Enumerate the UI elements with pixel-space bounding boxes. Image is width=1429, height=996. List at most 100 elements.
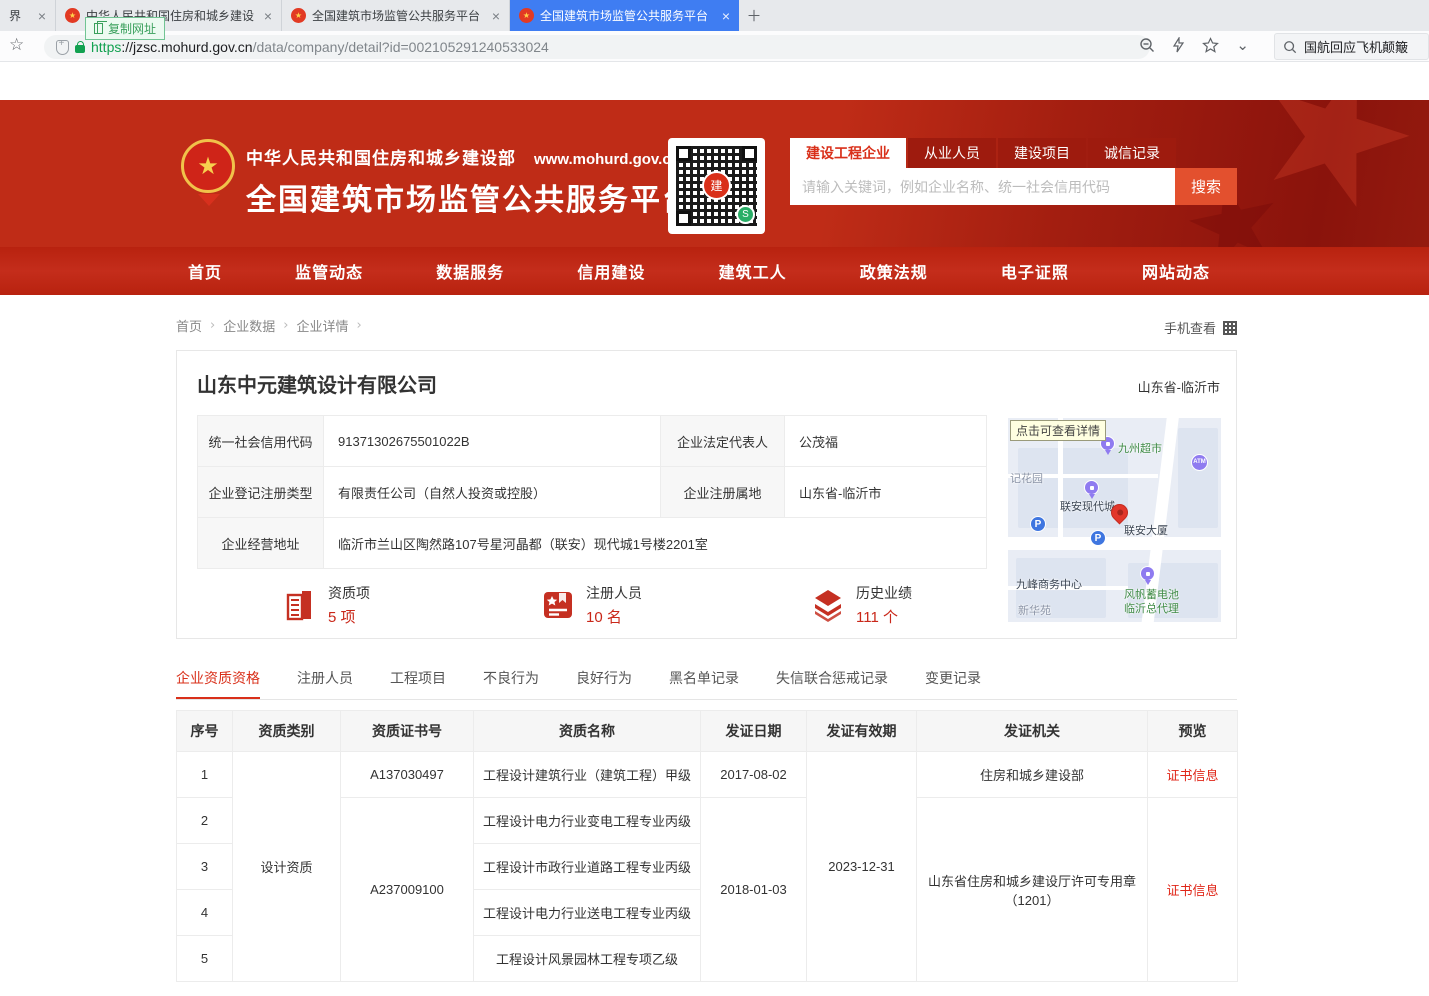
quick-search-box[interactable]: 国航回应飞机颠簸: [1274, 33, 1429, 60]
tab-change-records[interactable]: 变更记录: [925, 662, 981, 699]
legal-rep-value: 公茂福: [785, 416, 987, 467]
site-favicon-icon: ★: [291, 8, 306, 23]
certificate-info-link[interactable]: 证书信息: [1166, 768, 1218, 783]
map-pin-icon: [1084, 480, 1099, 495]
qr-code-icon[interactable]: [1223, 321, 1237, 335]
qualification-table: 序号 资质类别 资质证书号 资质名称 发证日期 发证有效期 发证机关 预览 1 …: [176, 710, 1238, 982]
qr-pattern-icon: 建 S: [676, 146, 757, 226]
emblem-star: ★: [197, 152, 219, 181]
national-emblem-icon: ★: [181, 139, 235, 193]
nav-item-site-news[interactable]: 网站动态: [1142, 259, 1210, 283]
nav-item-policy[interactable]: 政策法规: [860, 259, 928, 283]
row-no: 4: [177, 890, 233, 936]
table-header-row: 序号 资质类别 资质证书号 资质名称 发证日期 发证有效期 发证机关 预览: [177, 711, 1238, 752]
url-scheme: https: [91, 39, 121, 55]
site-title: 全国建筑市场监管公共服务平台: [246, 175, 694, 219]
keyword-search-input[interactable]: [790, 168, 1175, 205]
mobile-view[interactable]: 手机查看: [1164, 318, 1237, 337]
certificate-info-link[interactable]: 证书信息: [1166, 883, 1218, 898]
tab-qualifications[interactable]: 企业资质资格: [176, 662, 260, 699]
col-cert-no: 资质证书号: [341, 711, 474, 752]
address-value: 临沂市兰山区陶然路107号星河晶都（联安）现代城1号楼2201室: [324, 518, 987, 569]
search-tab-credit[interactable]: 诚信记录: [1088, 138, 1176, 168]
map-label-jiufeng: 九峰商务中心: [1016, 576, 1082, 592]
tab-projects[interactable]: 工程项目: [390, 662, 446, 699]
close-icon[interactable]: ×: [264, 9, 272, 23]
search-tab-enterprise[interactable]: 建设工程企业: [790, 138, 906, 168]
breadcrumb-company-detail[interactable]: 企业详情: [296, 316, 348, 335]
row-no: 5: [177, 936, 233, 982]
stat-label: 历史业绩: [856, 583, 912, 603]
tab-title: 界: [9, 7, 32, 24]
browser-tab-active[interactable]: ★ 全国建筑市场监管公共服务平台 ×: [510, 0, 739, 31]
cert-no: A237009100: [341, 798, 474, 982]
browser-tab-0[interactable]: 界 ×: [0, 0, 56, 31]
address-bar[interactable]: https://jzsc.mohurd.gov.cn/data/company/…: [44, 35, 1150, 59]
stat-registered-personnel[interactable]: 注册人员 10 名: [540, 583, 642, 627]
location-map[interactable]: 点击可查看详情 九州超市 ATM 记花园 联安现代城 联安大厦 P P 九峰商务…: [1008, 418, 1221, 622]
close-icon[interactable]: ×: [38, 9, 46, 23]
stat-value: 111 个: [856, 606, 912, 627]
breadcrumb-separator-icon: ›: [283, 318, 288, 333]
issue-date: 2018-01-03: [701, 798, 807, 982]
nav-item-supervision[interactable]: 监管动态: [295, 259, 363, 283]
shield-icon[interactable]: [56, 40, 69, 55]
stat-history-performance[interactable]: 历史业绩 111 个: [810, 583, 912, 627]
company-region: 山东省-临沂市: [1138, 377, 1220, 396]
zoom-out-icon[interactable]: [1139, 37, 1155, 53]
close-icon[interactable]: ×: [492, 9, 500, 23]
tab-dishonesty[interactable]: 失信联合惩戒记录: [776, 662, 888, 699]
col-validity: 发证有效期: [807, 711, 917, 752]
tab-registered-personnel[interactable]: 注册人员: [297, 662, 353, 699]
header-search-row: 搜索: [790, 168, 1237, 205]
authority: 住房和城乡建设部: [917, 752, 1148, 798]
copy-url-tooltip-label: 复制网址: [108, 20, 156, 37]
wechat-icon: S: [736, 205, 755, 224]
browser-tab-2[interactable]: ★ 全国建筑市场监管公共服务平台 ×: [282, 0, 510, 31]
nav-item-data-service[interactable]: 数据服务: [436, 259, 504, 283]
reg-place-value: 山东省-临沂市: [785, 467, 987, 518]
quick-search-text: 国航回应飞机颠簸: [1304, 37, 1408, 56]
lightning-icon[interactable]: [1172, 37, 1185, 53]
tab-bad-behavior[interactable]: 不良行为: [483, 662, 539, 699]
col-name: 资质名称: [474, 711, 701, 752]
nav-item-home[interactable]: 首页: [188, 259, 222, 283]
legal-rep-label: 企业法定代表人: [661, 416, 785, 467]
new-tab-button[interactable]: ＋: [739, 0, 769, 31]
search-tab-personnel[interactable]: 从业人员: [908, 138, 996, 168]
site-logo-titles: 中华人民共和国住房和城乡建设部www.mohurd.gov.cn 全国建筑市场监…: [246, 144, 694, 219]
site-favicon-icon: ★: [519, 8, 534, 23]
close-icon[interactable]: ×: [722, 9, 730, 23]
search-tab-project[interactable]: 建设项目: [998, 138, 1086, 168]
breadcrumb: 首页 › 企业数据 › 企业详情 ›: [176, 316, 362, 335]
credit-code-label: 统一社会信用代码: [198, 416, 324, 467]
mobile-view-label: 手机查看: [1164, 318, 1216, 337]
url-host: ://jzsc.mohurd.gov.cn: [121, 39, 252, 55]
site-banner: ★ 中华人民共和国住房和城乡建设部www.mohurd.gov.cn 全国建筑市…: [0, 100, 1429, 247]
stat-value: 10 名: [586, 606, 642, 627]
tab-blacklist[interactable]: 黑名单记录: [669, 662, 739, 699]
browser-window: 界 × ★ 中华人民共和国住房和城乡建设 × ★ 全国建筑市场监管公共服务平台 …: [0, 0, 1429, 996]
map-label-lianan-modern-city: 联安现代城: [1060, 498, 1115, 514]
url-path: /data/company/detail?id=0021052912405330…: [253, 39, 549, 55]
map-label-xinhuayuan: 新华苑: [1018, 602, 1051, 618]
breadcrumb-company-data[interactable]: 企业数据: [223, 316, 275, 335]
company-name: 山东中元建筑设计有限公司: [197, 369, 437, 398]
breadcrumb-home[interactable]: 首页: [176, 316, 202, 335]
cert-no: A137030497: [341, 752, 474, 798]
building-icon: [282, 587, 318, 623]
bookmark-star-icon[interactable]: ☆: [9, 35, 24, 55]
stat-qualifications[interactable]: 资质项 5 项: [282, 583, 370, 627]
nav-item-e-license[interactable]: 电子证照: [1001, 259, 1069, 283]
nav-item-credit[interactable]: 信用建设: [577, 259, 645, 283]
authority: 山东省住房和城乡建设厅许可专用章（1201）: [917, 798, 1148, 982]
search-button[interactable]: 搜索: [1175, 168, 1237, 205]
lock-icon: [75, 45, 85, 53]
favorite-star-icon[interactable]: [1202, 37, 1219, 53]
nav-item-workers[interactable]: 建筑工人: [719, 259, 787, 283]
chevron-down-icon[interactable]: ⌄: [1236, 36, 1249, 54]
company-card: 山东中元建筑设计有限公司 山东省-临沂市 统一社会信用代码 9137130267…: [176, 350, 1237, 639]
map-label-lianan-tower: 联安大厦: [1124, 522, 1168, 538]
stat-label: 注册人员: [586, 583, 642, 603]
tab-good-behavior[interactable]: 良好行为: [576, 662, 632, 699]
